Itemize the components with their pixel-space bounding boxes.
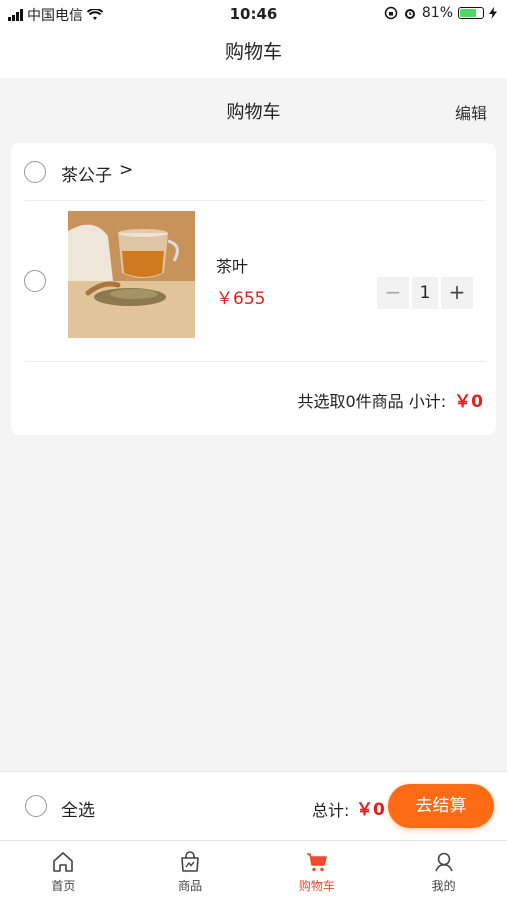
- divider: [25, 361, 486, 362]
- checkout-bar: 全选 总计: ￥0 去结算: [0, 771, 507, 840]
- tab-cart[interactable]: 购物车: [254, 841, 381, 901]
- divider: [25, 200, 486, 201]
- quantity-stepper: − 1 +: [377, 277, 473, 309]
- tab-cart-label: 购物车: [298, 879, 335, 893]
- edit-button[interactable]: 编辑: [455, 100, 487, 124]
- cart-title: 购物车: [226, 102, 281, 123]
- subtotal-value: ￥0: [454, 392, 483, 412]
- item-select-radio[interactable]: [24, 270, 46, 292]
- increase-button[interactable]: +: [441, 277, 473, 309]
- product-price: ￥655: [216, 289, 266, 309]
- select-all-radio[interactable]: [25, 795, 47, 817]
- shop-name[interactable]: 茶公子: [61, 161, 112, 186]
- nav-bar: 购物车: [0, 28, 507, 78]
- cart-icon: [306, 853, 327, 872]
- checkout-button[interactable]: 去结算: [388, 784, 494, 828]
- tab-products-label: 商品: [178, 879, 203, 893]
- battery-percent: 81%: [421, 5, 453, 21]
- tab-profile-label: 我的: [431, 879, 456, 893]
- shop-select-radio[interactable]: [24, 161, 46, 183]
- user-icon: [434, 852, 453, 872]
- subtotal-label: 共选取0件商品 小计:: [297, 391, 447, 411]
- lock-rotation-icon: [384, 6, 398, 20]
- battery-icon: [458, 7, 484, 19]
- shop-card: 茶公子 > 茶叶 ￥655 − 1 + 共选取0件商品 小计: ￥0: [11, 143, 496, 435]
- tab-bar: 首页 商品 购物车 我的: [0, 840, 507, 901]
- tab-profile[interactable]: 我的: [380, 841, 507, 901]
- select-all-label[interactable]: 全选: [61, 796, 95, 821]
- bag-icon: [181, 851, 199, 872]
- tab-products[interactable]: 商品: [127, 841, 254, 901]
- shop-subtotal: 共选取0件商品 小计: ￥0: [297, 387, 483, 413]
- decrease-button[interactable]: −: [377, 277, 409, 309]
- product-image[interactable]: [68, 211, 195, 338]
- home-icon: [53, 852, 74, 872]
- quantity-value[interactable]: 1: [412, 277, 438, 309]
- total-value: ￥0: [356, 800, 385, 820]
- total-label: 总计:: [312, 801, 350, 820]
- status-bar: 中国电信 10:46 81%: [0, 0, 507, 28]
- charging-icon: [489, 7, 497, 19]
- tab-home[interactable]: 首页: [0, 841, 127, 901]
- alarm-icon: [404, 9, 415, 19]
- chevron-right-icon[interactable]: >: [119, 160, 133, 180]
- page-title: 购物车: [224, 41, 282, 63]
- cart-header: 购物车 编辑: [0, 78, 507, 142]
- tab-home-label: 首页: [51, 879, 76, 893]
- product-name[interactable]: 茶叶: [216, 253, 248, 277]
